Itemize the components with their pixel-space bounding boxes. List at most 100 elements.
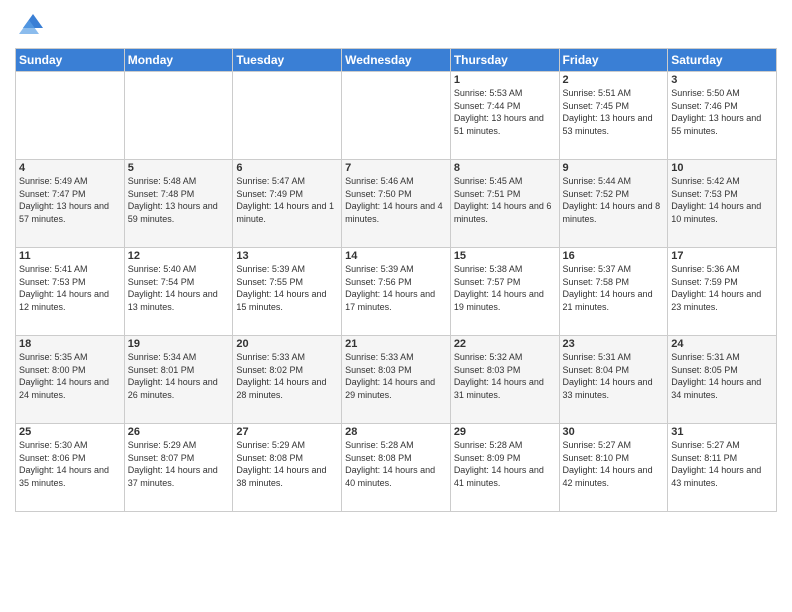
day-number: 6	[236, 162, 338, 174]
day-number: 13	[236, 250, 338, 262]
day-info: Sunrise: 5:33 AM Sunset: 8:02 PM Dayligh…	[236, 351, 338, 401]
day-info: Sunrise: 5:30 AM Sunset: 8:06 PM Dayligh…	[19, 439, 121, 489]
week-row-3: 11Sunrise: 5:41 AM Sunset: 7:53 PM Dayli…	[16, 248, 777, 336]
calendar-cell: 7Sunrise: 5:46 AM Sunset: 7:50 PM Daylig…	[342, 160, 451, 248]
day-info: Sunrise: 5:44 AM Sunset: 7:52 PM Dayligh…	[563, 175, 665, 225]
day-info: Sunrise: 5:41 AM Sunset: 7:53 PM Dayligh…	[19, 263, 121, 313]
day-number: 11	[19, 250, 121, 262]
logo-icon	[15, 10, 45, 40]
day-number: 28	[345, 426, 447, 438]
day-header-thursday: Thursday	[450, 49, 559, 72]
day-number: 4	[19, 162, 121, 174]
calendar-cell: 20Sunrise: 5:33 AM Sunset: 8:02 PM Dayli…	[233, 336, 342, 424]
day-info: Sunrise: 5:29 AM Sunset: 8:07 PM Dayligh…	[128, 439, 230, 489]
day-info: Sunrise: 5:34 AM Sunset: 8:01 PM Dayligh…	[128, 351, 230, 401]
week-row-5: 25Sunrise: 5:30 AM Sunset: 8:06 PM Dayli…	[16, 424, 777, 512]
calendar-cell: 12Sunrise: 5:40 AM Sunset: 7:54 PM Dayli…	[124, 248, 233, 336]
calendar-cell: 29Sunrise: 5:28 AM Sunset: 8:09 PM Dayli…	[450, 424, 559, 512]
day-number: 8	[454, 162, 556, 174]
day-number: 3	[671, 74, 773, 86]
day-number: 18	[19, 338, 121, 350]
day-number: 23	[563, 338, 665, 350]
calendar-cell	[16, 72, 125, 160]
day-info: Sunrise: 5:50 AM Sunset: 7:46 PM Dayligh…	[671, 87, 773, 137]
day-number: 5	[128, 162, 230, 174]
calendar-cell: 11Sunrise: 5:41 AM Sunset: 7:53 PM Dayli…	[16, 248, 125, 336]
header	[15, 10, 777, 40]
day-info: Sunrise: 5:46 AM Sunset: 7:50 PM Dayligh…	[345, 175, 447, 225]
day-number: 7	[345, 162, 447, 174]
calendar-cell: 22Sunrise: 5:32 AM Sunset: 8:03 PM Dayli…	[450, 336, 559, 424]
calendar-cell	[342, 72, 451, 160]
day-info: Sunrise: 5:45 AM Sunset: 7:51 PM Dayligh…	[454, 175, 556, 225]
day-info: Sunrise: 5:37 AM Sunset: 7:58 PM Dayligh…	[563, 263, 665, 313]
day-number: 2	[563, 74, 665, 86]
day-info: Sunrise: 5:48 AM Sunset: 7:48 PM Dayligh…	[128, 175, 230, 225]
calendar-cell: 27Sunrise: 5:29 AM Sunset: 8:08 PM Dayli…	[233, 424, 342, 512]
day-number: 24	[671, 338, 773, 350]
calendar-cell	[233, 72, 342, 160]
day-info: Sunrise: 5:27 AM Sunset: 8:10 PM Dayligh…	[563, 439, 665, 489]
calendar-cell: 6Sunrise: 5:47 AM Sunset: 7:49 PM Daylig…	[233, 160, 342, 248]
day-info: Sunrise: 5:38 AM Sunset: 7:57 PM Dayligh…	[454, 263, 556, 313]
calendar-cell: 26Sunrise: 5:29 AM Sunset: 8:07 PM Dayli…	[124, 424, 233, 512]
day-number: 25	[19, 426, 121, 438]
week-row-4: 18Sunrise: 5:35 AM Sunset: 8:00 PM Dayli…	[16, 336, 777, 424]
calendar-cell: 31Sunrise: 5:27 AM Sunset: 8:11 PM Dayli…	[668, 424, 777, 512]
calendar-cell: 25Sunrise: 5:30 AM Sunset: 8:06 PM Dayli…	[16, 424, 125, 512]
day-number: 27	[236, 426, 338, 438]
day-number: 14	[345, 250, 447, 262]
calendar-table: SundayMondayTuesdayWednesdayThursdayFrid…	[15, 48, 777, 512]
calendar-cell: 2Sunrise: 5:51 AM Sunset: 7:45 PM Daylig…	[559, 72, 668, 160]
calendar-cell: 8Sunrise: 5:45 AM Sunset: 7:51 PM Daylig…	[450, 160, 559, 248]
calendar-cell: 3Sunrise: 5:50 AM Sunset: 7:46 PM Daylig…	[668, 72, 777, 160]
day-info: Sunrise: 5:29 AM Sunset: 8:08 PM Dayligh…	[236, 439, 338, 489]
day-number: 26	[128, 426, 230, 438]
calendar-cell: 14Sunrise: 5:39 AM Sunset: 7:56 PM Dayli…	[342, 248, 451, 336]
day-info: Sunrise: 5:27 AM Sunset: 8:11 PM Dayligh…	[671, 439, 773, 489]
day-number: 12	[128, 250, 230, 262]
calendar-cell: 23Sunrise: 5:31 AM Sunset: 8:04 PM Dayli…	[559, 336, 668, 424]
day-info: Sunrise: 5:31 AM Sunset: 8:05 PM Dayligh…	[671, 351, 773, 401]
day-number: 10	[671, 162, 773, 174]
day-header-wednesday: Wednesday	[342, 49, 451, 72]
day-number: 21	[345, 338, 447, 350]
day-number: 15	[454, 250, 556, 262]
logo	[15, 10, 49, 40]
calendar-cell: 9Sunrise: 5:44 AM Sunset: 7:52 PM Daylig…	[559, 160, 668, 248]
day-info: Sunrise: 5:39 AM Sunset: 7:56 PM Dayligh…	[345, 263, 447, 313]
calendar-cell: 15Sunrise: 5:38 AM Sunset: 7:57 PM Dayli…	[450, 248, 559, 336]
day-header-friday: Friday	[559, 49, 668, 72]
day-number: 9	[563, 162, 665, 174]
day-info: Sunrise: 5:40 AM Sunset: 7:54 PM Dayligh…	[128, 263, 230, 313]
calendar-cell: 4Sunrise: 5:49 AM Sunset: 7:47 PM Daylig…	[16, 160, 125, 248]
day-number: 31	[671, 426, 773, 438]
day-info: Sunrise: 5:53 AM Sunset: 7:44 PM Dayligh…	[454, 87, 556, 137]
day-header-sunday: Sunday	[16, 49, 125, 72]
calendar-cell: 17Sunrise: 5:36 AM Sunset: 7:59 PM Dayli…	[668, 248, 777, 336]
day-header-monday: Monday	[124, 49, 233, 72]
day-header-tuesday: Tuesday	[233, 49, 342, 72]
day-header-saturday: Saturday	[668, 49, 777, 72]
week-row-1: 1Sunrise: 5:53 AM Sunset: 7:44 PM Daylig…	[16, 72, 777, 160]
day-number: 30	[563, 426, 665, 438]
calendar-cell: 24Sunrise: 5:31 AM Sunset: 8:05 PM Dayli…	[668, 336, 777, 424]
calendar-cell: 5Sunrise: 5:48 AM Sunset: 7:48 PM Daylig…	[124, 160, 233, 248]
calendar-cell	[124, 72, 233, 160]
day-number: 22	[454, 338, 556, 350]
day-info: Sunrise: 5:33 AM Sunset: 8:03 PM Dayligh…	[345, 351, 447, 401]
day-info: Sunrise: 5:47 AM Sunset: 7:49 PM Dayligh…	[236, 175, 338, 225]
day-info: Sunrise: 5:49 AM Sunset: 7:47 PM Dayligh…	[19, 175, 121, 225]
calendar-cell: 21Sunrise: 5:33 AM Sunset: 8:03 PM Dayli…	[342, 336, 451, 424]
calendar-cell: 30Sunrise: 5:27 AM Sunset: 8:10 PM Dayli…	[559, 424, 668, 512]
page: SundayMondayTuesdayWednesdayThursdayFrid…	[0, 0, 792, 612]
header-row: SundayMondayTuesdayWednesdayThursdayFrid…	[16, 49, 777, 72]
calendar-cell: 16Sunrise: 5:37 AM Sunset: 7:58 PM Dayli…	[559, 248, 668, 336]
day-info: Sunrise: 5:28 AM Sunset: 8:08 PM Dayligh…	[345, 439, 447, 489]
day-info: Sunrise: 5:42 AM Sunset: 7:53 PM Dayligh…	[671, 175, 773, 225]
day-info: Sunrise: 5:32 AM Sunset: 8:03 PM Dayligh…	[454, 351, 556, 401]
day-number: 20	[236, 338, 338, 350]
week-row-2: 4Sunrise: 5:49 AM Sunset: 7:47 PM Daylig…	[16, 160, 777, 248]
day-info: Sunrise: 5:28 AM Sunset: 8:09 PM Dayligh…	[454, 439, 556, 489]
day-info: Sunrise: 5:36 AM Sunset: 7:59 PM Dayligh…	[671, 263, 773, 313]
